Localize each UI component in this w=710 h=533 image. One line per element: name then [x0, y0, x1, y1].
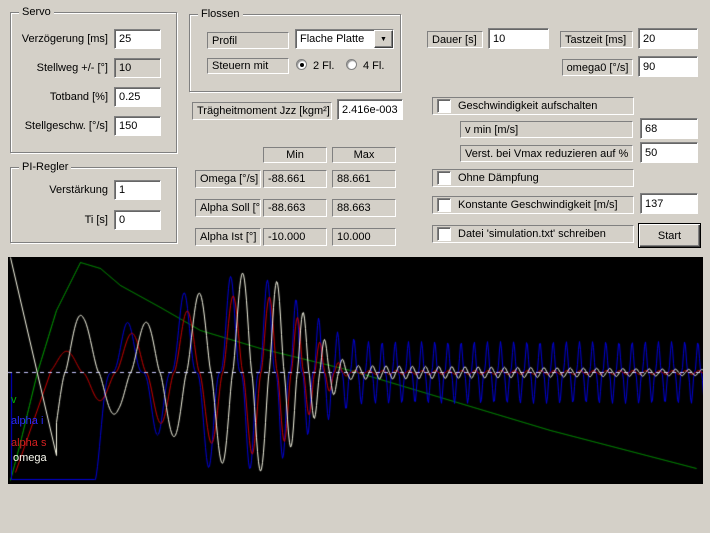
profil-label: Profil: [207, 32, 289, 49]
alpha-soll-max-value: 88.663: [332, 199, 396, 217]
totband-input[interactable]: [114, 87, 161, 107]
tastzeit-label: Tastzeit [ms]: [560, 31, 633, 48]
traegheitmoment-input[interactable]: [337, 99, 403, 120]
datei-checkbox-row[interactable]: Datei 'simulation.txt' schreiben: [432, 225, 634, 243]
legend-alpha-s: alpha s: [11, 437, 46, 449]
radio-2fl-label: 2 Fl.: [313, 60, 334, 73]
verzoegerung-label: Verzögerung [ms]: [14, 32, 108, 46]
konstante-checkbox-row[interactable]: Konstante Geschwindigkeit [m/s]: [432, 196, 634, 214]
profil-combobox-value: Flache Platte: [296, 30, 374, 48]
daempfung-checkbox[interactable]: [437, 171, 451, 185]
tastzeit-input[interactable]: [638, 28, 698, 49]
alpha-soll-row-label: Alpha Soll [°]: [195, 199, 261, 217]
stellgeschw-label: Stellgeschw. [°/s]: [14, 119, 108, 133]
omega-row-label: Omega [°/s]: [195, 170, 261, 188]
geschwindigkeit-checkbox-label: Geschwindigkeit aufschalten: [458, 100, 597, 112]
verst-vmax-input[interactable]: [640, 142, 698, 163]
radio-4fl[interactable]: [346, 59, 357, 70]
alpha-ist-min-value: -10.000: [263, 228, 327, 246]
omega-min-value: -88.661: [263, 170, 327, 188]
datei-checkbox[interactable]: [437, 227, 451, 241]
dauer-input[interactable]: [488, 28, 549, 49]
minmax-header-min: Min: [263, 147, 327, 163]
omega-max-value: 88.661: [332, 170, 396, 188]
alpha-ist-max-value: 10.000: [332, 228, 396, 246]
omega0-label: omega0 [°/s]: [562, 59, 633, 76]
profil-combobox-button[interactable]: ▼: [374, 30, 393, 48]
konstante-checkbox[interactable]: [437, 198, 451, 212]
simulation-plot-canvas: [8, 257, 703, 484]
dauer-label: Dauer [s]: [427, 31, 483, 48]
pi-regler-group-title: PI-Regler: [19, 161, 71, 173]
verstaerkung-input[interactable]: [114, 180, 161, 200]
verstaerkung-label: Verstärkung: [14, 183, 108, 197]
start-button[interactable]: Start: [638, 223, 701, 248]
steuern-mit-label: Steuern mit: [207, 58, 289, 74]
verzoegerung-input[interactable]: [114, 29, 161, 49]
flossen-group-title: Flossen: [198, 8, 243, 20]
app-window: { "window": { "bg": "#d4d0c8" }, "icons"…: [0, 0, 710, 533]
alpha-ist-row-label: Alpha Ist [°]: [195, 228, 261, 246]
flossen-group: Flossen: [189, 14, 401, 92]
radio-4fl-label: 4 Fl.: [363, 60, 384, 73]
simulation-plot: v alpha i alpha s omega: [8, 257, 703, 484]
konstante-checkbox-label: Konstante Geschwindigkeit [m/s]: [458, 199, 618, 211]
konstante-input[interactable]: [640, 193, 698, 214]
vmin-input[interactable]: [640, 118, 698, 139]
chevron-down-icon: ▼: [380, 36, 387, 43]
ti-label: Ti [s]: [14, 213, 108, 227]
profil-combobox[interactable]: Flache Platte ▼: [295, 29, 394, 49]
omega0-input[interactable]: [638, 56, 698, 77]
datei-checkbox-label: Datei 'simulation.txt' schreiben: [458, 228, 606, 240]
geschwindigkeit-checkbox-row[interactable]: Geschwindigkeit aufschalten: [432, 97, 634, 115]
minmax-header-max: Max: [332, 147, 396, 163]
stellgeschw-input[interactable]: [114, 116, 161, 136]
ti-input[interactable]: [114, 210, 161, 230]
legend-v: v: [11, 394, 17, 406]
traegheitmoment-label: Trägheitmoment Jzz [kgm²]: [192, 102, 332, 120]
stellweg-field: 10: [114, 58, 161, 78]
radio-2fl[interactable]: [296, 59, 307, 70]
pi-regler-group: PI-Regler: [10, 167, 177, 243]
alpha-soll-min-value: -88.663: [263, 199, 327, 217]
legend-alpha-i: alpha i: [11, 415, 43, 427]
daempfung-checkbox-row[interactable]: Ohne Dämpfung: [432, 169, 634, 187]
legend-omega: omega: [13, 452, 47, 464]
daempfung-checkbox-label: Ohne Dämpfung: [458, 172, 539, 184]
vmin-label: v min [m/s]: [460, 121, 633, 138]
verst-vmax-label: Verst. bei Vmax reduzieren auf %: [460, 145, 633, 162]
totband-label: Totband [%]: [14, 90, 108, 104]
stellweg-label: Stellweg +/- [°]: [14, 61, 108, 75]
geschwindigkeit-checkbox[interactable]: [437, 99, 451, 113]
servo-group-title: Servo: [19, 6, 54, 18]
